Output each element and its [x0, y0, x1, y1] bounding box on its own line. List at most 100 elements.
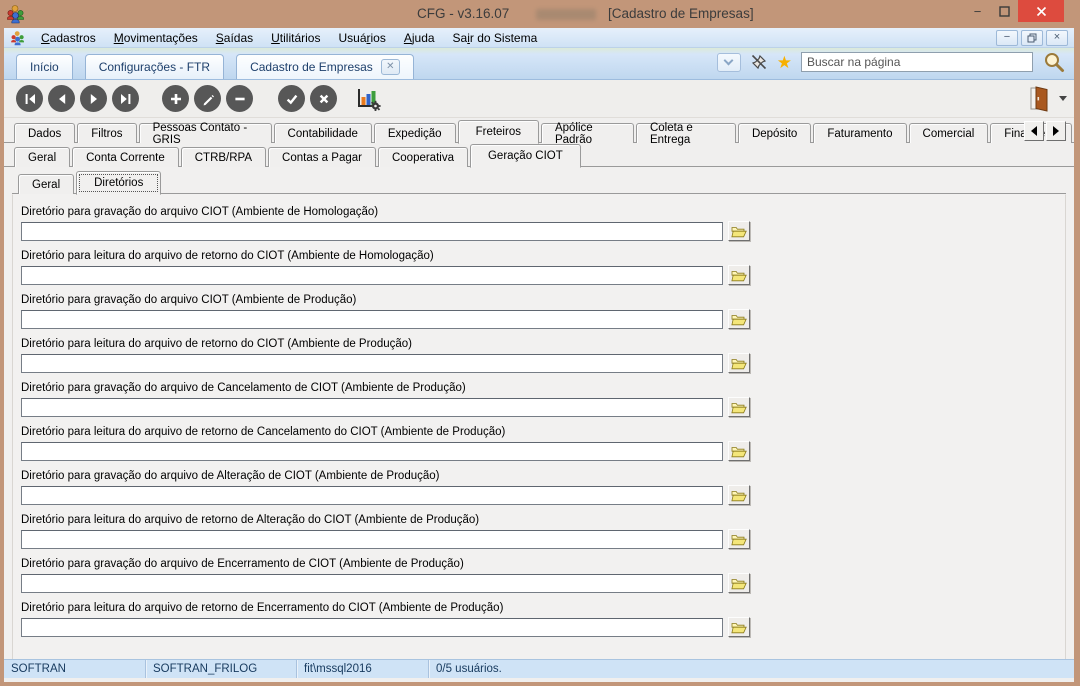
menu-item-ajuda[interactable]: Ajuda — [395, 29, 444, 47]
tab-cooperativa[interactable]: Cooperativa — [377, 147, 468, 167]
directory-input-gravacao-ciot-homologacao[interactable] — [21, 221, 723, 241]
browse-folder-button[interactable] — [728, 617, 750, 637]
browse-folder-button[interactable] — [728, 353, 750, 373]
tab-geral-inner[interactable]: Geral — [18, 174, 75, 194]
tab-expedicao[interactable]: Expedição — [373, 123, 456, 143]
tab-scroll-right-icon — [1053, 126, 1059, 136]
edit-button[interactable] — [194, 85, 221, 112]
tab-close-icon[interactable]: ✕ — [380, 59, 400, 75]
toolbar-more-button[interactable] — [1054, 80, 1072, 117]
doc-tab-inicio[interactable]: Início — [16, 54, 73, 79]
directory-input-gravacao-cancelamento[interactable] — [21, 397, 723, 417]
tab-freteiros[interactable]: Freteiros — [457, 120, 539, 144]
page-tabs-level3: Geral Diretórios — [12, 171, 1066, 195]
menu-item-utilitarios[interactable]: Utilitários — [262, 29, 329, 47]
chevron-down-button[interactable] — [716, 52, 741, 72]
browse-folder-button[interactable] — [728, 309, 750, 329]
first-record-icon — [25, 93, 35, 104]
titlebar: CFG - v3.16.07 [Cadastro de Empresas] − — [0, 0, 1080, 28]
tab-geral[interactable]: Geral — [14, 147, 71, 167]
directory-input-gravacao-ciot-producao[interactable] — [21, 309, 723, 329]
tab-scroll-right-button[interactable] — [1046, 121, 1066, 141]
favorite-icon[interactable]: ★ — [777, 54, 792, 71]
field-label: Diretório para leitura do arquivo de ret… — [21, 602, 504, 614]
folder-open-icon — [731, 578, 747, 589]
minimize-button[interactable]: − — [964, 0, 991, 22]
browse-folder-button[interactable] — [728, 529, 750, 549]
field-group: Diretório para gravação do arquivo de Al… — [21, 470, 1065, 505]
window-border-left — [0, 28, 4, 686]
insert-icon — [170, 93, 181, 104]
tab-deposito[interactable]: Depósito — [737, 123, 812, 143]
directory-input-leitura-retorno-ciot-homologacao[interactable] — [21, 265, 723, 285]
tab-comercial[interactable]: Comercial — [908, 123, 989, 143]
tab-contas-a-pagar[interactable]: Contas a Pagar — [268, 147, 376, 167]
tab-faturamento[interactable]: Faturamento — [813, 123, 907, 143]
search-input[interactable] — [801, 52, 1033, 72]
tab-dados[interactable]: Dados — [14, 123, 76, 143]
field-group: Diretório para leitura do arquivo de ret… — [21, 250, 1065, 285]
prior-record-icon — [58, 93, 65, 104]
menu-item-sair-do-sistema[interactable]: Sair do Sistema — [444, 29, 547, 47]
last-record-button[interactable] — [112, 85, 139, 112]
directory-input-gravacao-encerramento[interactable] — [21, 573, 723, 593]
maximize-button[interactable] — [991, 0, 1018, 22]
menu-item-usuarios[interactable]: Usuários — [329, 29, 394, 47]
prior-record-button[interactable] — [48, 85, 75, 112]
tab-ctrb-rpa[interactable]: CTRB/RPA — [180, 147, 267, 167]
folder-open-icon — [731, 622, 747, 633]
field-label: Diretório para gravação do arquivo CIOT … — [21, 206, 379, 218]
directory-input-gravacao-alteracao[interactable] — [21, 485, 723, 505]
directory-input-leitura-retorno-ciot-producao[interactable] — [21, 353, 723, 373]
directory-input-leitura-retorno-encerramento[interactable] — [21, 617, 723, 637]
browse-folder-button[interactable] — [728, 485, 750, 505]
menu-item-movimentacoes[interactable]: Movimentações — [105, 29, 207, 47]
directory-input-leitura-retorno-cancelamento[interactable] — [21, 441, 723, 461]
browse-folder-button[interactable] — [728, 441, 750, 461]
next-record-icon — [90, 93, 97, 104]
tab-apolice-padrao[interactable]: Apólice Padrão — [540, 122, 634, 146]
tab-pessoas-contato-gris[interactable]: Pessoas Contato - GRIS — [138, 122, 272, 146]
field-label: Diretório para gravação do arquivo de Ca… — [21, 382, 466, 394]
confirm-icon — [286, 94, 297, 104]
browse-folder-button[interactable] — [728, 573, 750, 593]
search-icon[interactable] — [1042, 50, 1066, 74]
chart-settings-button[interactable] — [354, 85, 382, 113]
delete-button[interactable] — [226, 85, 253, 112]
field-label: Diretório para gravação do arquivo de En… — [21, 558, 464, 570]
cancel-button[interactable] — [310, 85, 337, 112]
tab-contabilidade[interactable]: Contabilidade — [273, 123, 372, 143]
tab-conta-corrente[interactable]: Conta Corrente — [72, 147, 179, 167]
cancel-icon — [319, 94, 328, 103]
unpin-icon[interactable] — [750, 53, 768, 71]
browse-folder-button[interactable] — [728, 265, 750, 285]
tab-diretorios[interactable]: Diretórios — [76, 171, 162, 195]
menu-item-cadastros[interactable]: Cadastros — [32, 29, 105, 47]
doc-tab-configuracoes-ftr[interactable]: Configurações - FTR — [84, 54, 225, 79]
next-record-button[interactable] — [80, 85, 107, 112]
browse-folder-button[interactable] — [728, 221, 750, 241]
close-button[interactable] — [1018, 0, 1064, 22]
last-record-icon — [120, 93, 130, 104]
tab-scroll-left-button[interactable] — [1024, 121, 1044, 141]
menu-bar: Cadastros Movimentações Saídas Utilitári… — [4, 28, 1074, 48]
mdi-close-button[interactable]: × — [1046, 29, 1068, 46]
confirm-button[interactable] — [278, 85, 305, 112]
field-label: Diretório para gravação do arquivo de Al… — [21, 470, 440, 482]
tab-coleta-e-entrega[interactable]: Coleta e Entrega — [635, 122, 736, 146]
browse-folder-button[interactable] — [728, 397, 750, 417]
geracao-ciot-panel: Geral Diretórios Diretório para gravação… — [4, 167, 1074, 665]
tab-geracao-ciot[interactable]: Geração CIOT — [469, 144, 581, 168]
folder-open-icon — [731, 226, 747, 237]
exit-button[interactable] — [1024, 84, 1054, 114]
menu-item-saidas[interactable]: Saídas — [207, 29, 262, 47]
window-controls: − — [964, 0, 1064, 22]
folder-open-icon — [731, 402, 747, 413]
directory-input-leitura-retorno-alteracao[interactable] — [21, 529, 723, 549]
insert-button[interactable] — [162, 85, 189, 112]
doc-tab-cadastro-de-empresas[interactable]: Cadastro de Empresas ✕ — [236, 54, 414, 79]
tab-filtros[interactable]: Filtros — [77, 123, 137, 143]
mdi-restore-button[interactable] — [1021, 29, 1043, 46]
mdi-minimize-button[interactable]: − — [996, 29, 1018, 46]
first-record-button[interactable] — [16, 85, 43, 112]
